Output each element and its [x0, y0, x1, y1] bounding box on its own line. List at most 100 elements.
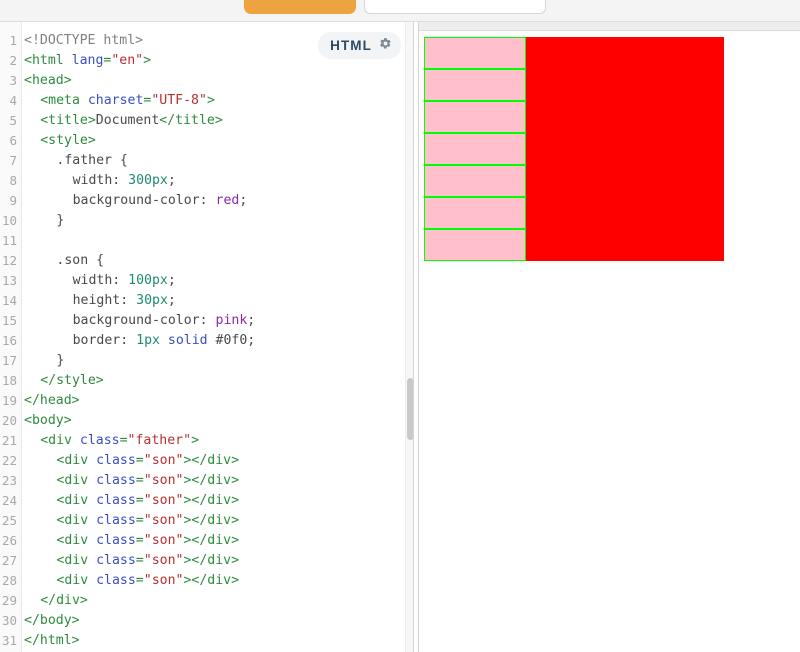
code-line[interactable]: </div> — [40, 591, 88, 611]
code-line[interactable]: <meta charset="UTF-8"> — [40, 91, 215, 111]
code-line[interactable]: } — [56, 351, 64, 371]
code-line[interactable]: <div class="son"></div> — [56, 491, 239, 511]
code-line[interactable]: <html lang="en"> — [24, 51, 151, 71]
code-token: "son" — [143, 473, 184, 488]
language-badge-label: HTML — [330, 38, 372, 53]
code-line[interactable]: </body> — [24, 611, 80, 631]
code-line[interactable]: <div class="son"></div> — [56, 471, 239, 491]
code-token: = — [135, 473, 144, 488]
run-button[interactable] — [244, 0, 356, 14]
code-line[interactable]: <body> — [24, 411, 72, 431]
code-token: <title> — [40, 113, 96, 128]
code-line[interactable]: </head> — [24, 391, 80, 411]
code-token: ; — [167, 273, 176, 288]
line-number: 30 — [1, 613, 17, 628]
code-token: = — [135, 553, 144, 568]
code-line[interactable]: <div class="son"></div> — [56, 451, 239, 471]
code-line[interactable]: <head> — [24, 71, 72, 91]
father-box — [424, 37, 724, 261]
code-token: <html — [24, 53, 72, 68]
language-badge[interactable]: HTML — [318, 32, 401, 59]
preview-body — [419, 32, 800, 652]
code-line[interactable]: <style> — [40, 131, 96, 151]
code-line[interactable]: height: 30px; — [73, 291, 176, 311]
code-token: </div> — [40, 593, 88, 608]
code-line[interactable]: <div class="son"></div> — [56, 531, 239, 551]
code-token: "father" — [127, 433, 192, 448]
code-token: </html> — [24, 633, 80, 648]
code-line[interactable]: width: 100px; — [73, 271, 176, 291]
preview-topbar — [419, 22, 800, 31]
line-number: 21 — [1, 433, 17, 448]
code-token: ; — [247, 313, 256, 328]
code-line[interactable]: <title>Document</title> — [40, 111, 223, 131]
code-token: } — [56, 353, 65, 368]
code-token: 300px — [128, 173, 168, 188]
code-token: "son" — [143, 493, 184, 508]
code-token: class — [79, 433, 120, 448]
code-line[interactable]: border: 1px solid #0f0; — [73, 331, 256, 351]
code-editor-pane[interactable]: 1 2 3 4 5 6 7 8 9 10 11 12 13 14 15 16 17 18 19 20 21 22 23 24 2… — [0, 22, 413, 652]
code-line[interactable]: .son { — [56, 251, 104, 271]
code-line[interactable]: </html> — [24, 631, 80, 651]
line-number: 9 — [9, 193, 17, 208]
preview-pane — [419, 22, 800, 652]
url-input[interactable] — [364, 0, 546, 14]
code-line[interactable]: background-color: pink; — [73, 311, 256, 331]
line-number: 5 — [9, 113, 17, 128]
code-token: pink — [215, 313, 248, 328]
code-line[interactable]: width: 300px; — [73, 171, 176, 191]
code-token: <div — [56, 453, 97, 468]
son-box — [424, 165, 526, 197]
line-number: 1 — [9, 33, 17, 48]
code-token: ></div> — [183, 453, 240, 468]
line-number: 29 — [1, 593, 17, 608]
gear-icon[interactable] — [379, 37, 392, 55]
code-token: background-color: — [72, 313, 216, 328]
code-token: ; — [167, 293, 176, 308]
code-token: = — [135, 573, 144, 588]
line-number: 20 — [1, 413, 17, 428]
code-line[interactable]: <div class="son"></div> — [56, 511, 239, 531]
code-line[interactable]: } — [56, 211, 64, 231]
line-number: 14 — [1, 293, 17, 308]
code-token: class — [96, 473, 136, 488]
code-token: <div — [56, 533, 97, 548]
line-number: 18 — [1, 373, 17, 388]
code-line[interactable]: <!DOCTYPE html> — [24, 31, 143, 51]
code-token: </head> — [24, 393, 80, 408]
code-token: ></div> — [183, 473, 240, 488]
line-number: 13 — [1, 273, 17, 288]
line-number: 7 — [9, 153, 17, 168]
code-token: <div — [56, 513, 97, 528]
code-token: } — [56, 213, 65, 228]
code-line[interactable]: <div class="son"></div> — [56, 571, 239, 591]
line-number: 25 — [1, 513, 17, 528]
code-token: 100px — [128, 273, 168, 288]
son-box — [424, 101, 526, 133]
code-line[interactable]: </style> — [40, 371, 104, 391]
code-token: </title> — [159, 113, 223, 128]
line-number: 8 — [9, 173, 17, 188]
code-token: lang — [71, 53, 104, 68]
code-line[interactable]: <div class="father"> — [40, 431, 199, 451]
editor-vertical-scrollbar[interactable] — [405, 22, 414, 652]
code-token: = — [135, 513, 144, 528]
code-token: <div — [56, 473, 97, 488]
code-token: <style> — [40, 133, 96, 148]
code-line[interactable]: <div class="son"></div> — [56, 551, 239, 571]
code-token: > — [206, 93, 215, 108]
code-token: width: — [72, 273, 129, 288]
line-number: 4 — [9, 93, 17, 108]
line-number: 10 — [1, 213, 17, 228]
code-line[interactable]: background-color: red; — [73, 191, 248, 211]
line-number: 28 — [1, 573, 17, 588]
code-token: = — [135, 493, 144, 508]
code-text-area[interactable]: <!DOCTYPE html> <html lang="en"> <head> <me… — [24, 22, 404, 652]
code-token: <head> — [24, 73, 72, 88]
code-token: ></div> — [183, 513, 240, 528]
code-token: ></div> — [183, 573, 240, 588]
code-token: class — [96, 513, 136, 528]
code-line[interactable]: .father { — [56, 151, 127, 171]
code-token: red — [215, 193, 240, 208]
